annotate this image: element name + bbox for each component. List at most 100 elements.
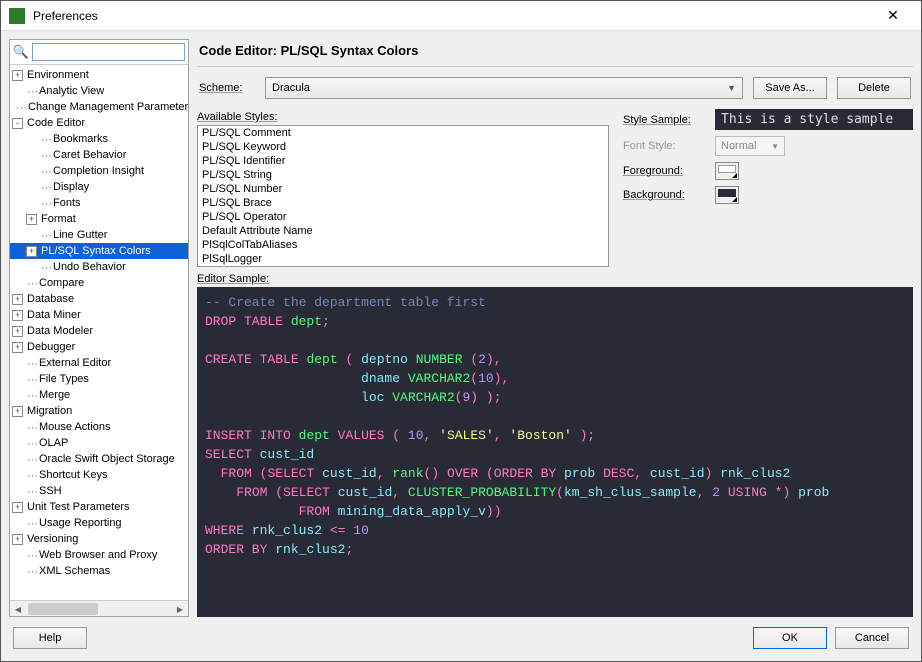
close-button[interactable]: ✕ [873, 2, 913, 30]
tree-dots-icon: ⋯ [27, 517, 37, 530]
nav-item[interactable]: ⋯External Editor [10, 355, 188, 371]
expand-icon[interactable]: + [12, 310, 23, 321]
expand-icon[interactable]: + [26, 214, 37, 225]
expand-icon[interactable]: + [12, 342, 23, 353]
expand-icon[interactable]: + [12, 326, 23, 337]
nav-item[interactable]: ⋯Oracle Swift Object Storage [10, 451, 188, 467]
nav-item-label: Oracle Swift Object Storage [39, 453, 175, 465]
nav-item[interactable]: ⋯Undo Behavior [10, 259, 188, 275]
scroll-thumb[interactable] [28, 603, 98, 615]
nav-hscrollbar[interactable]: ◀ ▶ [10, 600, 188, 616]
style-list-item[interactable]: PL/SQL Keyword [198, 140, 608, 154]
nav-item[interactable]: + Debugger [10, 339, 188, 355]
footer: Help OK Cancel [9, 617, 913, 653]
scroll-left-icon[interactable]: ◀ [10, 601, 26, 617]
nav-item-label: Environment [27, 69, 89, 81]
nav-item[interactable]: ⋯Completion Insight [10, 163, 188, 179]
styles-column: Available Styles: PL/SQL CommentPL/SQL K… [197, 109, 609, 267]
nav-item[interactable]: ⋯Caret Behavior [10, 147, 188, 163]
nav-item[interactable]: ⋯Merge [10, 387, 188, 403]
nav-item[interactable]: + Database [10, 291, 188, 307]
style-sample-preview: This is a style sample [715, 109, 913, 130]
nav-item-label: Web Browser and Proxy [39, 549, 157, 561]
nav-item[interactable]: -Code Editor [10, 115, 188, 131]
cancel-button[interactable]: Cancel [835, 627, 909, 649]
font-style-select: Normal ▼ [715, 136, 785, 156]
style-sample-label: Style Sample: [623, 114, 703, 126]
nav-item-label: File Types [39, 373, 89, 385]
nav-item[interactable]: ⋯Line Gutter [10, 227, 188, 243]
style-list-item[interactable]: Default Attribute Name [198, 224, 608, 238]
tree-dots-icon: ⋯ [27, 549, 37, 562]
page-title: Code Editor: PL/SQL Syntax Colors [197, 39, 913, 67]
nav-item[interactable]: +Versioning [10, 531, 188, 547]
available-styles-list[interactable]: PL/SQL CommentPL/SQL KeywordPL/SQL Ident… [197, 125, 609, 267]
expand-icon[interactable]: + [12, 534, 23, 545]
nav-item[interactable]: +Data Miner [10, 307, 188, 323]
style-list-item[interactable]: PL/SQL Comment [198, 126, 608, 140]
scheme-value: Dracula [272, 82, 310, 94]
tree-dots-icon: ⋯ [27, 469, 37, 482]
content: 🔍 +Environment⋯Analytic View⋯Change Mana… [1, 31, 921, 661]
expand-icon[interactable]: + [12, 502, 23, 513]
style-sample-row: Style Sample: This is a style sample [623, 109, 913, 130]
nav-item[interactable]: ⋯XML Schemas [10, 563, 188, 579]
tree-dots-icon: ⋯ [27, 565, 37, 578]
help-button[interactable]: Help [13, 627, 87, 649]
preview-column: Style Sample: This is a style sample Fon… [623, 109, 913, 267]
foreground-color-picker[interactable] [715, 162, 739, 180]
foreground-label: Foreground: [623, 165, 703, 177]
style-list-item[interactable]: PL/SQL String [198, 168, 608, 182]
nav-item[interactable]: +Data Modeler [10, 323, 188, 339]
style-list-item[interactable]: PL/SQL Operator [198, 210, 608, 224]
nav-item[interactable]: ⋯Bookmarks [10, 131, 188, 147]
nav-item[interactable]: ⋯Change Management Parameters [10, 99, 188, 115]
nav-item[interactable]: ⋯Shortcut Keys [10, 467, 188, 483]
expand-icon[interactable]: + [12, 406, 23, 417]
nav-item[interactable]: +Format [10, 211, 188, 227]
expand-icon[interactable]: + [26, 246, 37, 257]
style-list-item[interactable]: PL/SQL Identifier [198, 154, 608, 168]
tree-dots-icon: ⋯ [41, 197, 51, 210]
background-color-picker[interactable] [715, 186, 739, 204]
nav-item[interactable]: ⋯File Types [10, 371, 188, 387]
nav-item[interactable]: ⋯Web Browser and Proxy [10, 547, 188, 563]
expand-icon[interactable]: + [12, 70, 23, 81]
nav-item[interactable]: +Unit Test Parameters [10, 499, 188, 515]
nav-item[interactable]: + PL/SQL Syntax Colors [10, 243, 188, 259]
nav-tree-scroll[interactable]: + Environment ⋯Analytic View⋯Change Manage… [10, 65, 188, 600]
nav-item[interactable]: ⋯Compare [10, 275, 188, 291]
editor-sample: -- Create the department table firstDROP… [197, 287, 913, 617]
collapse-icon[interactable]: - [12, 118, 23, 129]
style-list-item[interactable]: PL/SQL Number [198, 182, 608, 196]
expand-icon[interactable]: + [12, 294, 23, 305]
tree-dots-icon: ⋯ [27, 437, 37, 450]
nav-item[interactable]: ⋯Usage Reporting [10, 515, 188, 531]
nav-item[interactable]: ⋯Analytic View [10, 83, 188, 99]
style-list-item[interactable]: PlSqlColTabAliases [198, 238, 608, 252]
style-list-item[interactable]: PlSqlLogger [198, 252, 608, 266]
nav-item-label: Bookmarks [53, 133, 108, 145]
scroll-right-icon[interactable]: ▶ [172, 601, 188, 617]
nav-item-label: Caret Behavior [53, 149, 126, 161]
style-list-item[interactable]: PL/SQL Brace [198, 196, 608, 210]
nav-item[interactable]: + Environment [10, 67, 188, 83]
nav-item-label: Line Gutter [53, 229, 107, 241]
nav-item[interactable]: ⋯Mouse Actions [10, 419, 188, 435]
nav-item[interactable]: ⋯Fonts [10, 195, 188, 211]
nav-item-label: Debugger [27, 341, 75, 353]
delete-button[interactable]: Delete [837, 77, 911, 99]
nav-item[interactable]: ⋯SSH [10, 483, 188, 499]
search-input[interactable] [32, 43, 185, 61]
scheme-select[interactable]: Dracula ▼ [265, 77, 743, 99]
nav-item-label: PL/SQL Syntax Colors [41, 245, 151, 257]
ok-button[interactable]: OK [753, 627, 827, 649]
nav-item-label: Database [27, 293, 74, 305]
preferences-window: Preferences ✕ 🔍 +Environment⋯Analytic Vi… [0, 0, 922, 662]
nav-item[interactable]: +Migration [10, 403, 188, 419]
save-as-button[interactable]: Save As... [753, 77, 827, 99]
nav-item[interactable]: ⋯OLAP [10, 435, 188, 451]
nav-item-label: Completion Insight [53, 165, 144, 177]
scheme-label: Scheme: [199, 82, 255, 94]
nav-item[interactable]: ⋯Display [10, 179, 188, 195]
